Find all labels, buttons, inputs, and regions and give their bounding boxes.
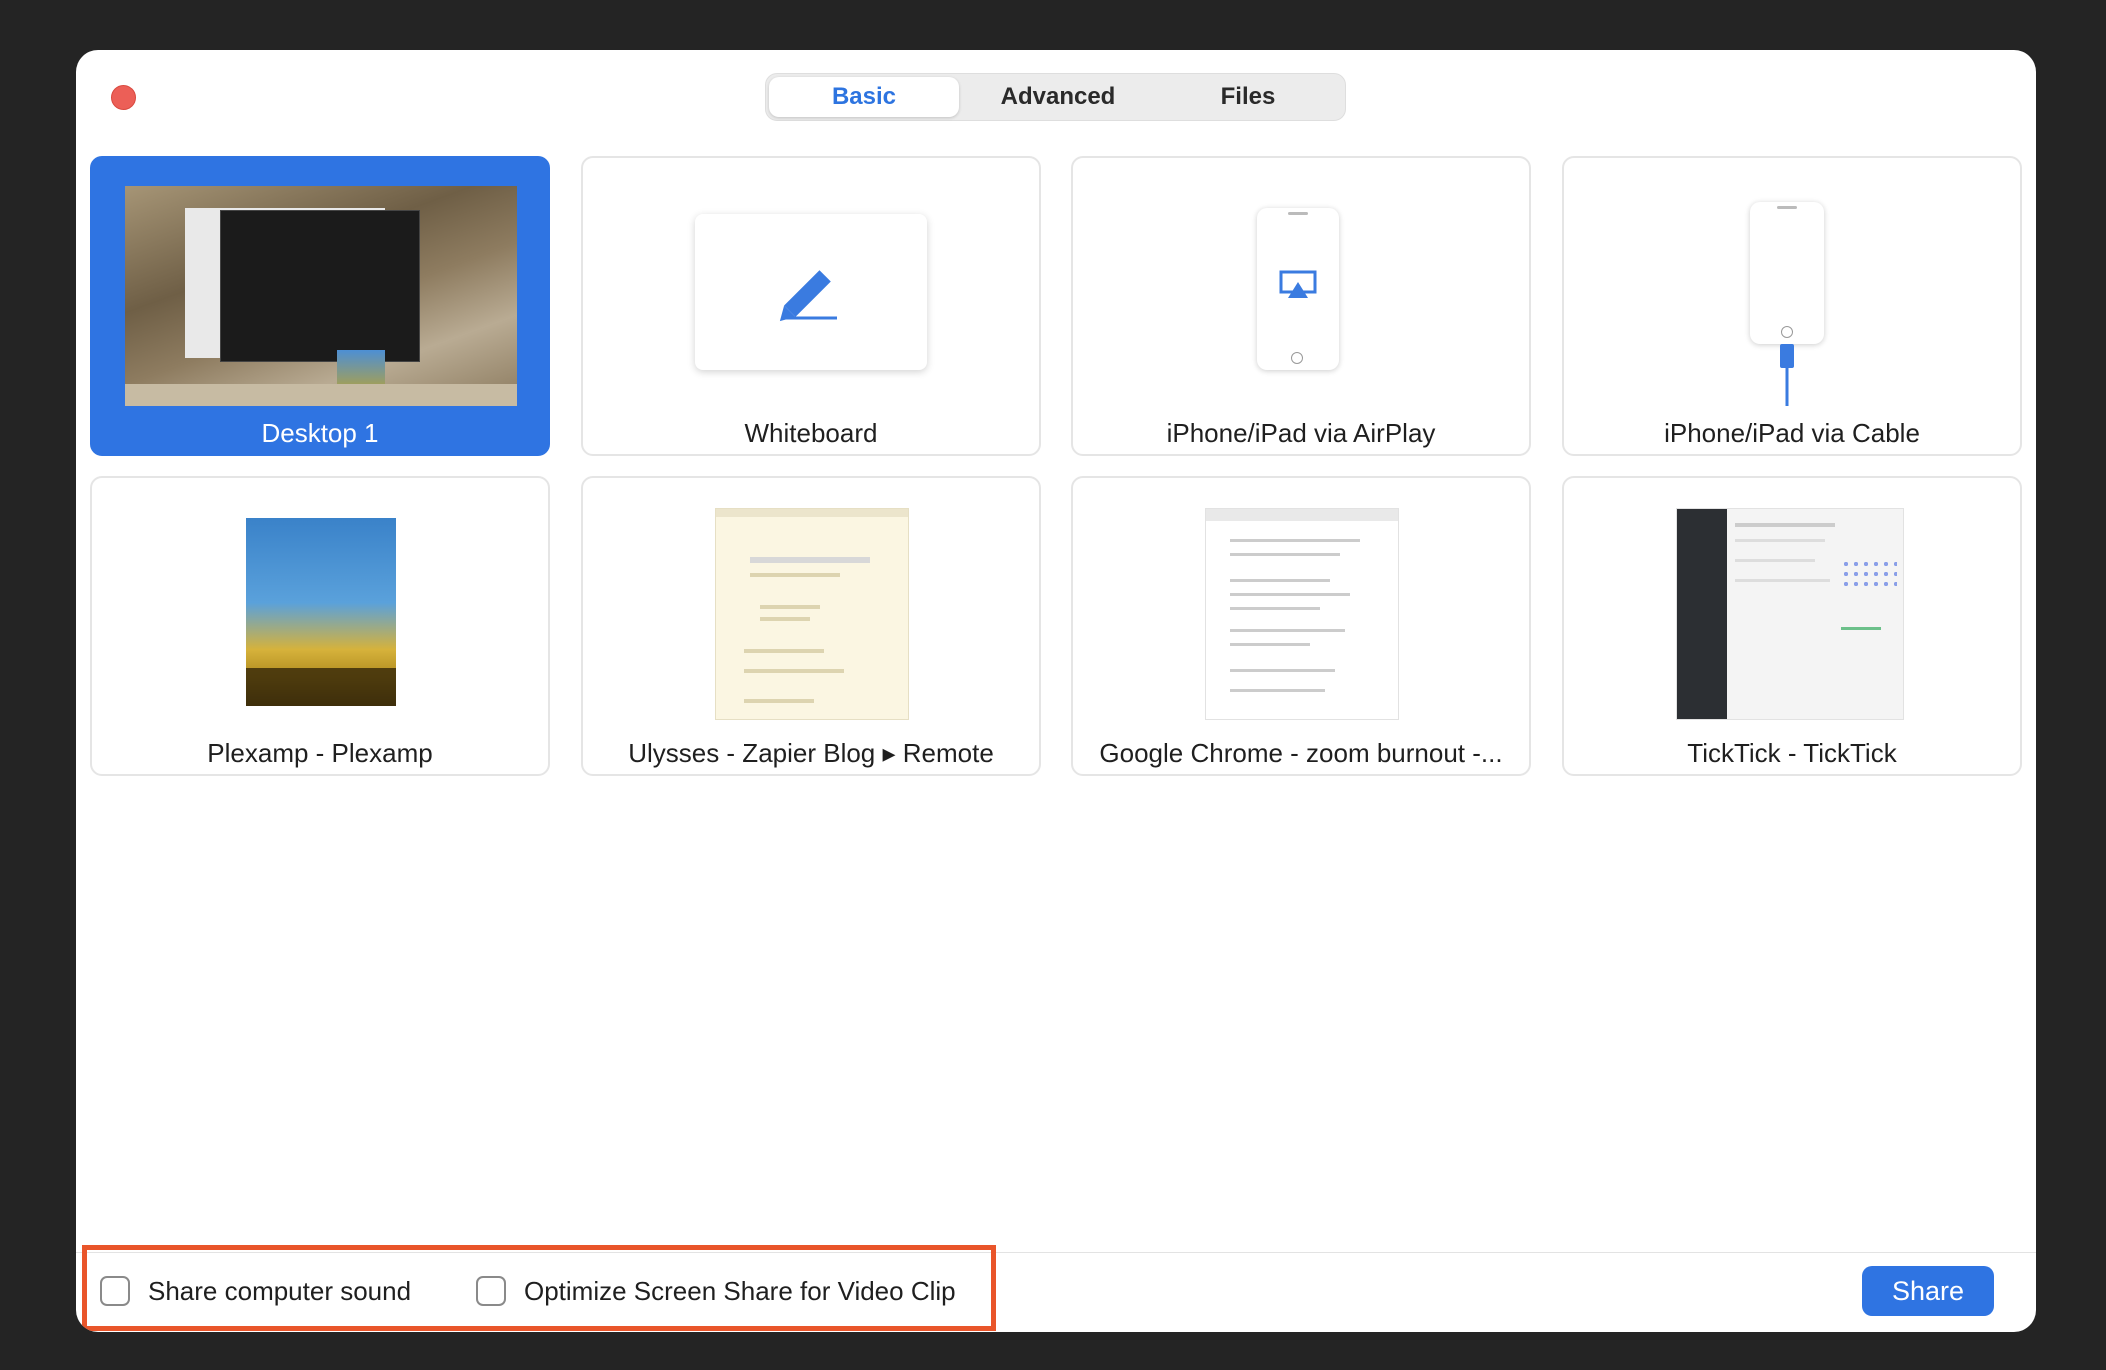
tab-basic[interactable]: Basic — [769, 77, 959, 117]
share-option-label: Desktop 1 — [261, 418, 379, 448]
iphone-cable-thumbnail — [1750, 202, 1824, 344]
share-computer-sound-checkbox[interactable] — [100, 1276, 130, 1306]
optimize-video-clip-option[interactable]: Optimize Screen Share for Video Clip — [476, 1273, 956, 1309]
optimize-video-clip-checkbox[interactable] — [476, 1276, 506, 1306]
share-screen-window: Basic Advanced Files Desktop 1 Whiteboar… — [76, 50, 2036, 1332]
app-thumbnail — [1205, 508, 1399, 720]
cable-icon — [1780, 344, 1794, 406]
tab-files[interactable]: Files — [1153, 77, 1343, 117]
share-option-ulysses[interactable]: Ulysses - Zapier Blog ▸ Remote — [581, 476, 1041, 776]
share-option-whiteboard[interactable]: Whiteboard — [581, 156, 1041, 456]
share-option-desktop-1[interactable]: Desktop 1 — [90, 156, 550, 456]
tab-bar: Basic Advanced Files — [765, 73, 1346, 121]
close-window-button[interactable] — [111, 85, 136, 110]
iphone-airplay-thumbnail — [1257, 208, 1339, 370]
share-option-label: Google Chrome - zoom burnout -... — [1099, 738, 1503, 768]
share-option-label: Ulysses - Zapier Blog ▸ Remote — [628, 738, 994, 768]
whiteboard-thumbnail — [695, 214, 927, 370]
app-thumbnail — [246, 518, 396, 706]
optimize-video-clip-label: Optimize Screen Share for Video Clip — [524, 1275, 956, 1306]
share-option-plexamp[interactable]: Plexamp - Plexamp — [90, 476, 550, 776]
share-computer-sound-option[interactable]: Share computer sound — [100, 1273, 411, 1309]
share-computer-sound-label: Share computer sound — [148, 1275, 412, 1306]
share-option-ticktick[interactable]: TickTick - TickTick — [1562, 476, 2022, 776]
share-option-label: TickTick - TickTick — [1687, 738, 1897, 768]
app-thumbnail — [1676, 508, 1904, 720]
share-option-label: Whiteboard — [744, 418, 878, 448]
share-option-chrome[interactable]: Google Chrome - zoom burnout -... — [1071, 476, 1531, 776]
tab-advanced[interactable]: Advanced — [963, 77, 1153, 117]
pencil-icon — [779, 270, 837, 322]
share-option-cable[interactable]: iPhone/iPad via Cable — [1562, 156, 2022, 456]
app-thumbnail — [715, 508, 909, 720]
share-option-airplay[interactable]: iPhone/iPad via AirPlay — [1071, 156, 1531, 456]
share-option-label: Plexamp - Plexamp — [207, 738, 433, 768]
share-button[interactable]: Share — [1862, 1266, 1994, 1316]
desktop-thumbnail — [125, 186, 517, 406]
share-option-label: iPhone/iPad via AirPlay — [1166, 418, 1436, 448]
airplay-icon — [1279, 270, 1317, 298]
share-option-label: iPhone/iPad via Cable — [1664, 418, 1920, 448]
